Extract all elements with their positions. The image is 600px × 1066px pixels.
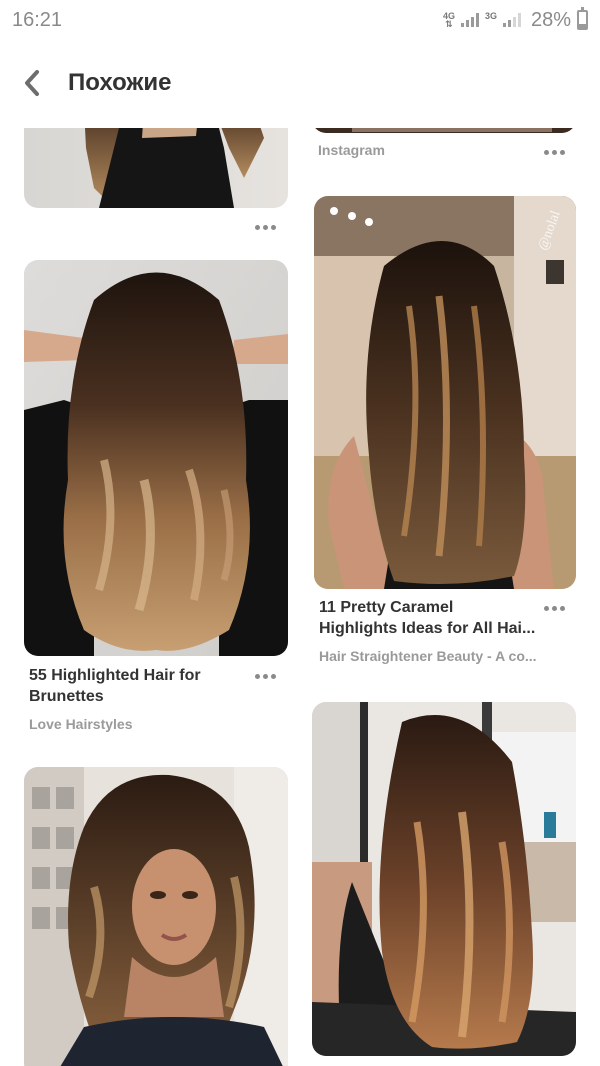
dot-icon bbox=[270, 673, 276, 679]
back-button[interactable] bbox=[2, 48, 62, 118]
header: Похожие bbox=[0, 48, 600, 118]
more-options-button[interactable] bbox=[245, 666, 285, 686]
status-time: 16:21 bbox=[12, 8, 63, 31]
pin-image-caramel-highlights[interactable]: @nolal bbox=[314, 196, 576, 589]
pin-title[interactable]: 55 Highlighted Hair for Brunettes bbox=[29, 665, 239, 709]
page-title: Похожие bbox=[68, 69, 172, 96]
battery-icon bbox=[577, 7, 588, 30]
dot-icon bbox=[270, 224, 276, 230]
network-3g-icon: 3G bbox=[484, 11, 497, 21]
pin-photo bbox=[24, 767, 288, 1066]
dot-icon bbox=[262, 224, 268, 230]
more-options-button[interactable] bbox=[534, 142, 574, 162]
pin-feed[interactable]: Instagram 55 Highlighted Hair for Brunet… bbox=[0, 128, 600, 1066]
signal-strength-weak-icon bbox=[502, 13, 521, 27]
dot-icon bbox=[543, 149, 549, 155]
pin-photo bbox=[24, 260, 288, 656]
dot-icon bbox=[551, 149, 557, 155]
status-bar: 16:21 4G ⇅ 3G 28% bbox=[0, 0, 600, 40]
dot-icon bbox=[254, 673, 260, 679]
pin-source[interactable]: Hair Straightener Beauty - A co... bbox=[319, 648, 559, 664]
battery-percent: 28% bbox=[530, 8, 571, 31]
pin-image-left-top[interactable] bbox=[24, 128, 288, 208]
pin-title[interactable]: 11 Pretty Caramel Highlights Ideas for A… bbox=[319, 597, 544, 641]
dot-icon bbox=[559, 605, 565, 611]
pin-image-wavy-hair-portrait[interactable] bbox=[24, 767, 288, 1066]
pin-photo bbox=[24, 128, 288, 208]
pin-image-salon-balayage[interactable] bbox=[312, 702, 576, 1056]
pin-source[interactable]: Love Hairstyles bbox=[29, 716, 249, 732]
pin-source: Instagram bbox=[318, 142, 385, 158]
dot-icon bbox=[254, 224, 260, 230]
dot-icon bbox=[543, 605, 549, 611]
dot-icon bbox=[551, 605, 557, 611]
more-options-button[interactable] bbox=[534, 598, 574, 618]
pin-photo bbox=[312, 702, 576, 1056]
pin-image-highlighted-hair[interactable] bbox=[24, 260, 288, 656]
signal-strength-icon bbox=[460, 13, 479, 27]
more-options-button[interactable] bbox=[245, 217, 285, 237]
dot-icon bbox=[559, 149, 565, 155]
chevron-left-icon bbox=[25, 70, 39, 96]
pin-photo: @nolal bbox=[314, 196, 576, 589]
network-4g-icon: 4G ⇅ bbox=[442, 11, 455, 29]
dot-icon bbox=[262, 673, 268, 679]
pin-photo bbox=[312, 128, 576, 133]
status-icons: 4G ⇅ 3G 28% bbox=[442, 7, 588, 32]
pin-image-right-top[interactable] bbox=[312, 128, 576, 133]
